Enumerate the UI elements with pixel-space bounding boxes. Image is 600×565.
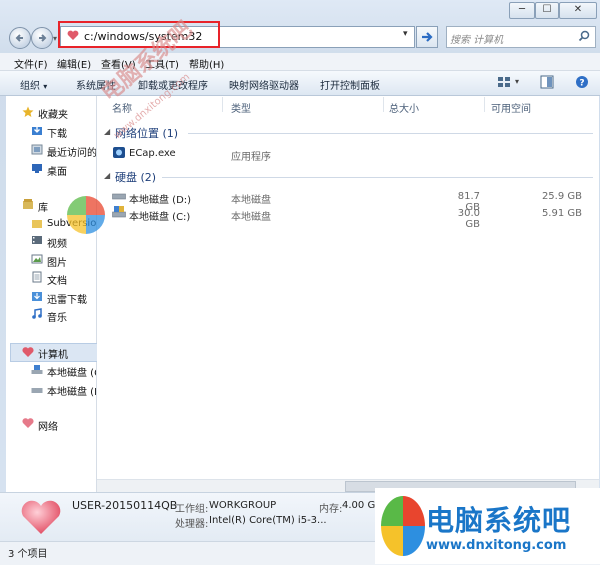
minimize-button[interactable]: ─ xyxy=(509,2,535,19)
view-options-icon[interactable] xyxy=(497,76,511,88)
ecap-app-icon xyxy=(113,147,125,158)
column-total-size[interactable]: 总大小 xyxy=(389,100,419,115)
column-type[interactable]: 类型 xyxy=(231,100,251,115)
nav-pictures[interactable]: 图片 xyxy=(47,254,96,269)
processor-value: Intel(R) Core(TM) i5-3... xyxy=(209,515,327,526)
nav-local-disk-c[interactable]: 本地磁盘 (C:) xyxy=(47,364,96,379)
item-count: 3 个项目 xyxy=(8,549,48,560)
video-icon xyxy=(32,236,42,244)
group-divider xyxy=(162,177,593,178)
group-divider xyxy=(188,133,593,134)
nav-local-disk-d[interactable]: 本地磁盘 (D:) xyxy=(47,383,96,398)
watermark-url: www.dnxitong.com xyxy=(426,538,567,553)
organize-label: 组织 xyxy=(20,81,40,92)
arrow-right-icon xyxy=(39,34,47,42)
nav-favorites[interactable]: 收藏夹 xyxy=(38,106,96,121)
search-icon[interactable] xyxy=(578,30,590,42)
recent-pages-chevron-icon[interactable]: ▾ xyxy=(53,34,57,43)
nav-computer[interactable]: 计算机 xyxy=(38,346,96,361)
column-separator[interactable] xyxy=(484,97,485,112)
preview-pane-icon[interactable] xyxy=(540,75,554,89)
maximize-button[interactable]: ☐ xyxy=(535,2,559,19)
group-collapse-icon[interactable]: ◢ xyxy=(104,171,110,180)
nav-recent-places[interactable]: 最近访问的 xyxy=(47,144,96,159)
computer-heart-large-icon xyxy=(21,500,61,534)
documents-icon xyxy=(32,271,42,283)
help-icon[interactable]: ? xyxy=(575,75,589,89)
chevron-down-icon: ▾ xyxy=(43,82,48,91)
xunlei-download-icon xyxy=(32,292,42,301)
column-separator[interactable] xyxy=(222,97,223,112)
address-dropdown-icon[interactable]: ▾ xyxy=(403,29,408,39)
local-disk-d-icon xyxy=(112,193,126,200)
row-total-size: 30.0 GB xyxy=(457,208,480,230)
forward-button[interactable] xyxy=(31,27,53,49)
pictures-icon xyxy=(31,254,43,264)
map-network-drive-button[interactable]: 映射网络驱动器 xyxy=(229,77,299,92)
row-name[interactable]: 本地磁盘 (D:) xyxy=(129,191,191,206)
local-disk-c-icon xyxy=(31,365,43,374)
watermark-logo xyxy=(381,496,425,556)
row-type: 应用程序 xyxy=(231,152,271,163)
music-icon xyxy=(32,308,42,319)
row-type: 本地磁盘 xyxy=(231,212,271,223)
view-chevron-icon[interactable]: ▾ xyxy=(515,77,519,86)
local-disk-c-icon xyxy=(112,206,126,218)
workgroup-label: 工作组: xyxy=(175,504,209,515)
row-name[interactable]: 本地磁盘 (C:) xyxy=(129,208,190,223)
group-collapse-icon[interactable]: ◢ xyxy=(104,127,110,136)
nav-music[interactable]: 音乐 xyxy=(47,309,96,324)
watermark-logo-small xyxy=(67,196,105,234)
row-free-space: 5.91 GB xyxy=(541,208,582,219)
menu-edit[interactable]: 编辑(E) xyxy=(57,56,91,71)
group-hard-disks[interactable]: 硬盘 (2) xyxy=(115,169,156,185)
library-icon xyxy=(23,199,33,209)
nav-network[interactable]: 网络 xyxy=(38,418,96,433)
memory-label: 内存: xyxy=(319,504,343,515)
processor-label: 处理器: xyxy=(175,519,209,530)
nav-xunlei-downloads[interactable]: 迅雷下载 xyxy=(47,291,96,306)
close-button[interactable]: ✕ xyxy=(559,2,597,19)
nav-desktop[interactable]: 桌面 xyxy=(47,163,96,178)
menu-file[interactable]: 文件(F) xyxy=(14,56,48,71)
nav-documents[interactable]: 文档 xyxy=(47,272,96,287)
workgroup-value: WORKGROUP xyxy=(209,500,277,511)
local-disk-d-icon xyxy=(31,388,43,393)
star-icon xyxy=(22,106,34,117)
nav-downloads[interactable]: 下载 xyxy=(47,125,96,140)
recent-places-icon xyxy=(31,144,43,155)
open-control-panel-button[interactable]: 打开控制面板 xyxy=(320,77,380,92)
download-folder-icon xyxy=(32,126,42,135)
arrow-left-icon xyxy=(15,34,23,42)
go-button[interactable] xyxy=(416,26,438,48)
menu-help[interactable]: 帮助(H) xyxy=(189,56,224,71)
column-separator[interactable] xyxy=(383,97,384,112)
row-name[interactable]: ECap.exe xyxy=(129,148,176,159)
column-free-space[interactable]: 可用空间 xyxy=(491,100,531,115)
row-type: 本地磁盘 xyxy=(231,195,271,206)
network-heart-icon xyxy=(22,418,34,428)
svg-text:?: ? xyxy=(579,79,584,89)
nav-videos[interactable]: 视频 xyxy=(47,235,96,250)
desktop-icon xyxy=(32,164,42,173)
back-button[interactable] xyxy=(9,27,31,49)
organize-button[interactable]: 组织 ▾ xyxy=(20,77,47,92)
computer-heart-icon xyxy=(22,347,34,357)
subversion-folder-icon xyxy=(32,220,42,228)
computer-name: USER-20150114QB xyxy=(72,499,178,512)
watermark-title: 电脑系统吧 xyxy=(426,504,572,537)
go-arrow-icon xyxy=(422,32,433,42)
search-placeholder: 搜索 计算机 xyxy=(450,35,504,46)
row-free-space: 25.9 GB xyxy=(541,191,582,202)
